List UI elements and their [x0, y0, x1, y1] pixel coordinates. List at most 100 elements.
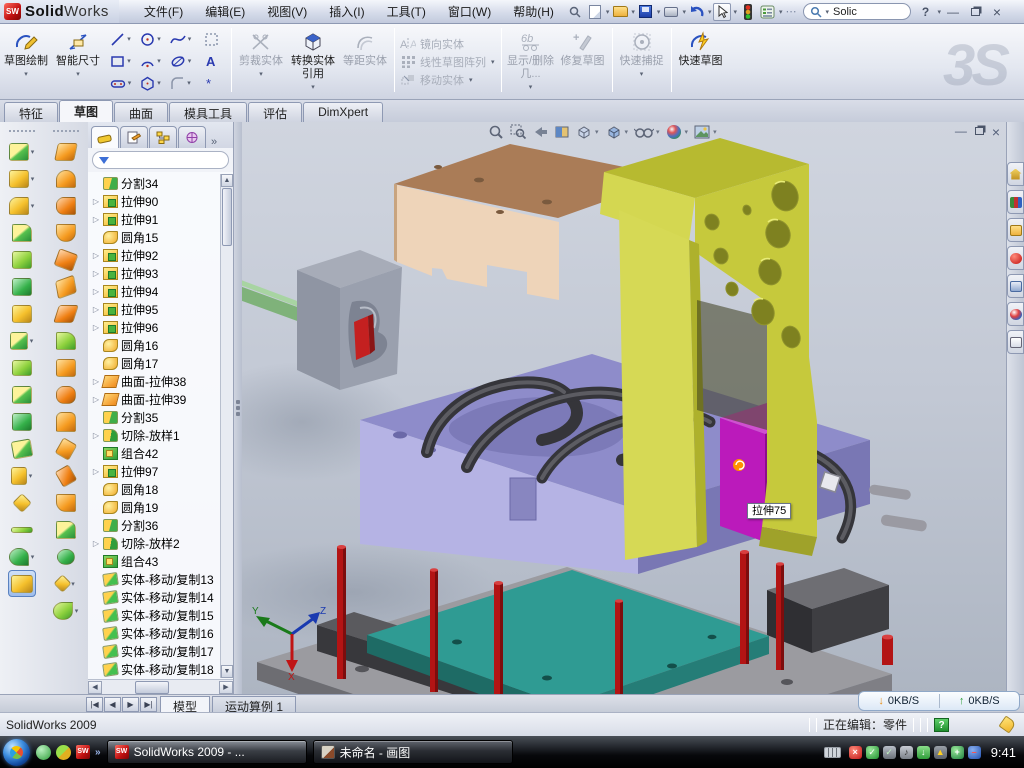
feature-tool-icon-9[interactable] [12, 354, 32, 381]
sketch-draw-dropdown[interactable]: ▾ [24, 68, 28, 81]
surface-tool-icon-11[interactable] [56, 408, 76, 435]
tree-item[interactable]: 实体-移动/复制15 [92, 606, 233, 624]
tree-vertical-scrollbar[interactable]: ▲ ▼ [220, 174, 233, 678]
health-shield-icon[interactable]: + [951, 746, 964, 759]
tree-item[interactable]: ▷拉伸90 [92, 192, 233, 210]
zoom-to-area-icon[interactable] [510, 124, 527, 140]
display-style-icon[interactable]: ▾ [605, 124, 630, 140]
feature-tool-icon-4[interactable] [12, 219, 32, 246]
graphics-viewport[interactable]: ▾ ▾ ▾ ▾ ▾ — × 拉伸75 Y Z X [242, 122, 1006, 694]
feature-tool-icon-2[interactable]: ▾ [9, 165, 36, 192]
rail-right-dark[interactable] [767, 568, 889, 653]
trim-dropdown[interactable]: ▾ [259, 68, 263, 81]
apply-scene-icon[interactable]: ▾ [694, 124, 718, 140]
tree-item[interactable]: 实体-移动/复制18 [92, 660, 233, 678]
smart-dimension-dropdown[interactable]: ▾ [76, 68, 80, 81]
search-scope-dropdown[interactable]: ▾ [826, 8, 830, 16]
move-entities-button[interactable]: 移动实体 ▾ [400, 72, 496, 88]
selection-box-tool[interactable] [196, 28, 226, 50]
feature-tool-icon-11[interactable] [12, 408, 32, 435]
view-palette-tab[interactable] [1007, 274, 1024, 298]
surface-tool-icon-14[interactable] [56, 489, 76, 516]
tree-item[interactable]: ▷拉伸95 [92, 300, 233, 318]
surface-tool-icon-6[interactable] [56, 273, 76, 300]
select-dropdown[interactable]: ▾ [733, 8, 737, 16]
feature-tool-icon-1[interactable]: ▾ [9, 138, 36, 165]
polygon-tool[interactable]: ▾ [136, 72, 166, 94]
sync-blocked-icon[interactable]: – [968, 746, 981, 759]
solidworks-quick-launch-icon[interactable]: SW [76, 745, 90, 759]
tab-sketch[interactable]: 草图 [59, 100, 113, 122]
security-shield-icon[interactable]: ✓ [866, 746, 879, 759]
doc-restore-button[interactable] [975, 124, 984, 140]
feature-tool-icon-12[interactable] [12, 435, 32, 462]
save-button[interactable] [637, 3, 655, 21]
spline-tool[interactable]: ▾ [166, 28, 196, 50]
trim-entities-button[interactable]: 剪裁实体 ▾ [236, 26, 286, 96]
tree-item[interactable]: 分割36 [92, 516, 233, 534]
surface-tool-icon-18[interactable]: ▾ [53, 597, 80, 624]
dimxpertmanager-tab[interactable] [178, 126, 206, 148]
propertymanager-tab[interactable] [120, 126, 148, 148]
minimize-button[interactable]: — [944, 4, 962, 20]
linear-sketch-pattern-button[interactable]: 线性草图阵列 ▾ [400, 54, 496, 70]
undo-dropdown[interactable]: ▾ [708, 8, 712, 16]
text-tool[interactable]: A [196, 50, 226, 72]
rebuild-traffic-light-icon[interactable] [739, 3, 757, 21]
tab-surfaces[interactable]: 曲面 [114, 102, 168, 122]
update-check-icon[interactable]: ✓ [883, 746, 896, 759]
menu-edit[interactable]: 编辑(E) [194, 0, 256, 23]
feature-tool-icon-14[interactable] [15, 489, 29, 516]
configurationmanager-tab[interactable] [149, 126, 177, 148]
slot-tool[interactable]: ▾ [106, 72, 136, 94]
tab-dimxpert[interactable]: DimXpert [303, 102, 383, 122]
menu-tools[interactable]: 工具(T) [376, 0, 437, 23]
print-button[interactable] [662, 3, 680, 21]
tab-mold-tools[interactable]: 模具工具 [169, 102, 247, 122]
menu-insert[interactable]: 插入(I) [318, 0, 375, 23]
surface-tool-icon-5[interactable] [56, 246, 76, 273]
tree-item[interactable]: 分割34 [92, 174, 233, 192]
hide-show-items-icon[interactable]: ▾ [634, 124, 661, 140]
surface-tool-icon-3[interactable] [56, 192, 76, 219]
tree-item[interactable]: 实体-移动/复制16 [92, 624, 233, 642]
instant3d-button[interactable] [8, 570, 36, 597]
tree-item[interactable]: ▷拉伸93 [92, 264, 233, 282]
menu-view[interactable]: 视图(V) [256, 0, 318, 23]
prev-tab-button[interactable]: ◀ [104, 697, 121, 712]
tree-item[interactable]: 圆角19 [92, 498, 233, 516]
tags-icon[interactable] [998, 715, 1016, 733]
undo-button[interactable] [688, 3, 706, 21]
open-button[interactable] [611, 3, 629, 21]
tree-item[interactable]: 组合42 [92, 444, 233, 462]
tree-item[interactable]: ▷曲面-拉伸39 [92, 390, 233, 408]
display-delete-dropdown[interactable]: ▾ [529, 81, 533, 94]
wireless-warning-icon[interactable]: ▲ [934, 746, 947, 759]
tree-item[interactable]: 圆角17 [92, 354, 233, 372]
surface-tool-icon-2[interactable] [56, 165, 76, 192]
options-dropdown[interactable]: ▾ [779, 8, 783, 16]
open-dropdown[interactable]: ▾ [631, 8, 635, 16]
help-button[interactable]: ? [917, 4, 935, 20]
convert-dropdown[interactable]: ▾ [311, 81, 315, 94]
tab-features[interactable]: 特征 [4, 102, 58, 122]
arc-tool[interactable]: ▾ [136, 50, 166, 72]
scroll-left-button[interactable]: ◀ [88, 681, 102, 694]
sketch-fillet-tool[interactable]: ▾ [166, 72, 196, 94]
model-tab[interactable]: 模型 [160, 696, 210, 712]
file-explorer-tab[interactable] [1007, 218, 1024, 242]
surface-tool-icon-13[interactable] [58, 462, 74, 489]
quick-launch-expand-icon[interactable]: » [95, 747, 101, 758]
taskbar-button-solidworks[interactable]: SW SolidWorks 2009 - ... [107, 740, 307, 764]
tree-item[interactable]: ▷拉伸92 [92, 246, 233, 264]
smart-dimension-button[interactable]: 智能尺寸 ▾ [53, 26, 103, 96]
menu-help[interactable]: 帮助(H) [502, 0, 565, 23]
point-tool[interactable]: * [196, 72, 226, 94]
close-button[interactable]: × [988, 4, 1006, 20]
keyboard-layout-icon[interactable] [824, 747, 841, 758]
tree-item[interactable]: ▷切除-放样2 [92, 534, 233, 552]
quick-snaps-dropdown[interactable]: ▾ [640, 68, 644, 81]
taskbar-button-paint[interactable]: 未命名 - 画图 [313, 740, 513, 764]
feature-tool-icon-16[interactable]: ▾ [9, 543, 36, 570]
home-tab[interactable] [1007, 162, 1024, 186]
